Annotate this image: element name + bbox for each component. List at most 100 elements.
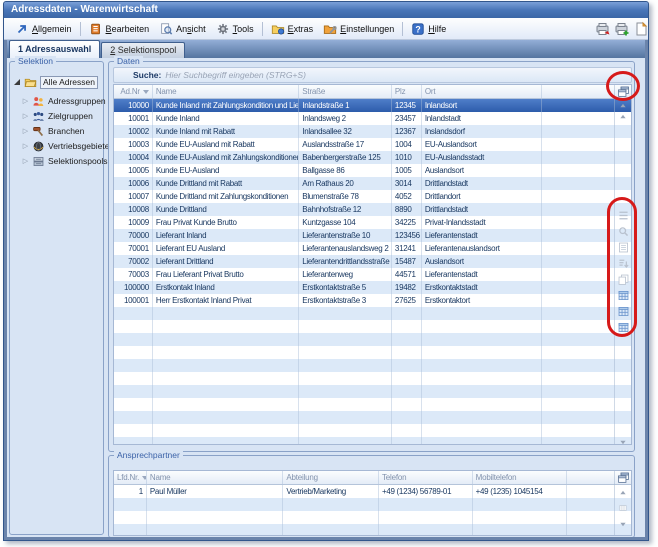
table-row[interactable]: 10001Kunde InlandInlandsweg 223457Inland… [114, 112, 631, 125]
cell-plz: 31241 [392, 242, 422, 255]
tree-item-selektionspools[interactable]: ▷Selektionspools [22, 154, 108, 168]
export-remove-icon[interactable] [595, 21, 611, 37]
down-arrow-icon[interactable] [618, 519, 628, 529]
table-row[interactable]: 10000Kunde Inland mit Zahlungskondition … [114, 99, 631, 112]
cell-empty [299, 346, 392, 359]
tree-item-alle-adressen[interactable]: Alle Adressen [14, 75, 98, 89]
table-row[interactable]: 10005Kunde EU-AuslandBallgasse 861005Aus… [114, 164, 631, 177]
cell-adnr: 70001 [114, 242, 153, 255]
new-page-icon[interactable] [633, 21, 649, 37]
column-header-name[interactable]: Name [147, 471, 283, 484]
table-row[interactable]: 100000Erstkontakt InlandErstkontaktstraß… [114, 281, 631, 294]
cell-empty [473, 511, 568, 524]
tree-item-adressgruppen[interactable]: ▷Adressgruppen [22, 94, 106, 108]
cell-name: Kunde Drittland mit Rabatt [153, 177, 299, 190]
sales-regions-icon [32, 140, 45, 153]
up-arrow-icon[interactable] [618, 112, 628, 122]
cell-name: Lieferant EU Ausland [153, 242, 299, 255]
column-header-stra-e[interactable]: Straße [299, 85, 392, 98]
tree-item-branchen[interactable]: ▷Branchen [22, 124, 84, 138]
table-row[interactable]: 10009Frau Privat Kunde BruttoKuntzgasse … [114, 216, 631, 229]
cell-empty [114, 424, 153, 437]
menu-item-extras[interactable]: Extras [266, 20, 319, 38]
cell-empty [392, 359, 422, 372]
menu-label-hilfe: Hilfe [428, 24, 446, 34]
title-bar[interactable]: Adressdaten - Warenwirtschaft [4, 2, 648, 18]
cell-empty [392, 411, 422, 424]
menu-item-bearbeiten[interactable]: Bearbeiten [84, 20, 155, 38]
column-header-abteilung[interactable]: Abteilung [283, 471, 379, 484]
table-row[interactable]: 70002Lieferant DrittlandLieferantendritt… [114, 255, 631, 268]
table-row[interactable]: 10004Kunde EU-Ausland mit Zahlungskondit… [114, 151, 631, 164]
cell-empty [153, 411, 299, 424]
empty-row [114, 359, 631, 372]
expander-closed-icon[interactable]: ▷ [22, 157, 29, 165]
empty-row [114, 333, 631, 346]
column-header-name[interactable]: Name [153, 85, 299, 98]
menu-item-tools[interactable]: Tools [211, 20, 259, 38]
column-chooser-icon[interactable] [617, 471, 630, 484]
cell-empty [379, 498, 473, 511]
cell-name: Kunde Inland mit Rabatt [153, 125, 299, 138]
menu-item-hilfe[interactable]: ?Hilfe [406, 20, 451, 38]
selection-pools-icon [32, 155, 45, 168]
annotation-circle-column-chooser [606, 71, 640, 101]
cell-empty [542, 138, 631, 151]
export-add-icon[interactable] [614, 21, 630, 37]
expander-closed-icon[interactable]: ▷ [22, 142, 29, 150]
column-header-ort[interactable]: Ort [422, 85, 543, 98]
table-row[interactable]: 10006Kunde Drittland mit RabattAm Rathau… [114, 177, 631, 190]
cell-empty [422, 411, 543, 424]
column-header-ad-nr[interactable]: Ad.Nr [114, 85, 153, 98]
cell-street: Babenbergerstraße 125 [299, 151, 392, 164]
column-header-lfd-nr[interactable]: Lfd.Nr. [114, 471, 147, 484]
table-row[interactable]: 10007Kunde Drittland mit Zahlungskonditi… [114, 190, 631, 203]
column-header-telefon[interactable]: Telefon [379, 471, 473, 484]
tree-item-zielgruppen[interactable]: ▷Zielgruppen [22, 109, 93, 123]
table-row[interactable]: 10002Kunde Inland mit RabattInlandsallee… [114, 125, 631, 138]
table-row[interactable]: 10003Kunde EU-Ausland mit RabattAuslands… [114, 138, 631, 151]
cell-empty [147, 498, 283, 511]
target-groups-icon [32, 110, 45, 123]
view-icon [159, 22, 173, 36]
cell-ort: EU-Auslandsort [422, 138, 543, 151]
selection-tree: Alle Adressen▷Adressgruppen▷Zielgruppen▷… [12, 68, 101, 532]
table-row[interactable]: 70001Lieferant EU AuslandLieferantenausl… [114, 242, 631, 255]
menu-item-allgemein[interactable]: Allgemein [10, 20, 77, 38]
search-input[interactable]: Suche: Hier Suchbegriff eingeben (STRG+S… [113, 67, 632, 83]
ansprechpartner-group-label: Ansprechpartner [114, 450, 183, 461]
table-row[interactable]: 100001Herr Erstkontakt Inland PrivatErst… [114, 294, 631, 307]
cell-empty [422, 385, 543, 398]
down-arrow-icon[interactable] [618, 437, 628, 445]
content-area: 1 Adressauswahl2 Selektionspool Selektio… [7, 40, 645, 537]
column-header-plz[interactable]: Plz [392, 85, 422, 98]
expander-open-icon[interactable] [14, 79, 20, 85]
up-arrow-icon[interactable] [618, 101, 628, 111]
menu-item-ansicht[interactable]: Ansicht [154, 20, 211, 38]
expander-closed-icon[interactable]: ▷ [22, 112, 29, 120]
cell-empty [283, 498, 379, 511]
tree-item-label: Alle Adressen [40, 76, 98, 89]
table-row[interactable]: 10008Kunde DrittlandBahnhofstraße 128890… [114, 203, 631, 216]
cell-empty [153, 372, 299, 385]
table-row[interactable]: 70000Lieferant InlandLieferantenstraße 1… [114, 229, 631, 242]
expander-closed-icon[interactable]: ▷ [22, 127, 29, 135]
empty-row [114, 411, 631, 424]
expander-closed-icon[interactable]: ▷ [22, 97, 29, 105]
up-arrow-icon[interactable] [618, 488, 628, 498]
table-row[interactable]: 1Paul MüllerVertrieb/Marketing+49 (1234)… [114, 485, 631, 498]
columns-icon[interactable] [618, 503, 628, 513]
cell-adnr: 10000 [114, 99, 153, 112]
table-row[interactable]: 70003Frau Lieferant Privat BruttoLiefera… [114, 268, 631, 281]
ansprechpartner-panel: Ansprechpartner Lfd.Nr.NameAbteilungTele… [108, 455, 635, 537]
cell-empty [422, 307, 543, 320]
cell-ort: Erstkontaktort [422, 294, 543, 307]
cell-telefon: +49 (1234) 56789-01 [379, 485, 473, 498]
menu-label-allgemein: Allgemein [32, 24, 72, 34]
column-header-mobiltelefon[interactable]: Mobiltelefon [473, 471, 568, 484]
tree-item-vertriebsgebiete[interactable]: ▷Vertriebsgebiete [22, 139, 109, 153]
cell-empty [542, 385, 631, 398]
cell-street: Erstkontaktstraße 3 [299, 294, 392, 307]
cell-adnr: 10002 [114, 125, 153, 138]
menu-item-einstellungen[interactable]: Einstellungen [318, 20, 399, 38]
